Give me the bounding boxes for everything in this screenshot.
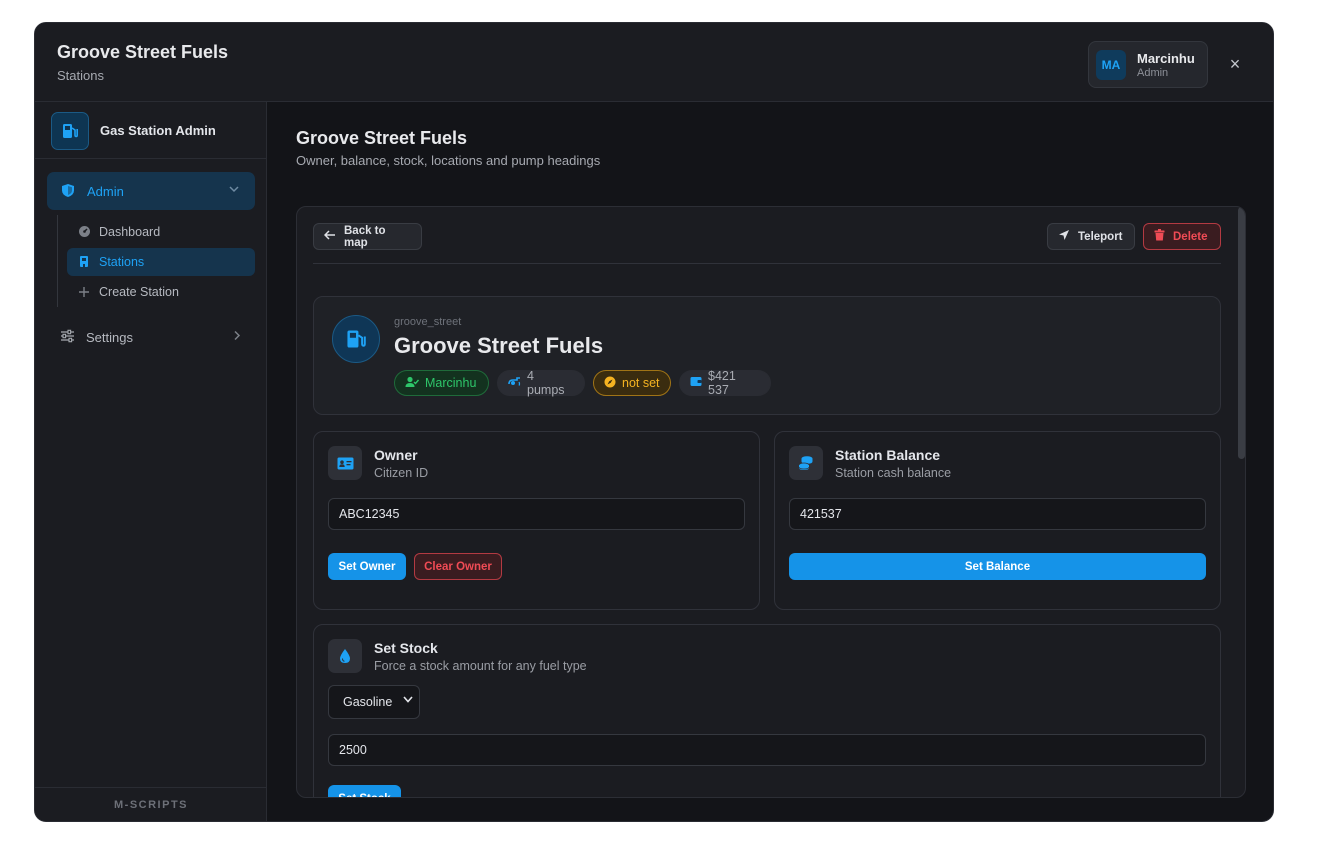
page-subtitle: Owner, balance, stock, locations and pum… [296, 153, 601, 168]
pumps-badge: 4 pumps [497, 369, 585, 397]
app-title: Groove Street Fuels [57, 42, 229, 62]
station-detail-panel: Back to map Teleport Delete groove_stree… [296, 206, 1246, 798]
top-bar: Groove Street Fuels Stations MA Marcinhu… [35, 23, 1273, 102]
balance-input[interactable]: 421537 [789, 498, 1206, 530]
sidebar-item-label: Stations [99, 255, 145, 269]
user-role: Admin [1137, 67, 1169, 79]
app-subtitle: Stations [57, 68, 104, 83]
set-balance-button[interactable]: Set Balance [789, 553, 1206, 580]
sidebar-brand-label: Gas Station Admin [100, 123, 216, 138]
balance-card-subtitle: Station cash balance [835, 466, 952, 480]
sidebar-item-label: Create Station [99, 285, 179, 299]
sidebar-item-create-station[interactable]: Create Station [67, 278, 255, 306]
balance-card-title: Station Balance [835, 447, 941, 463]
pumps-badge-label: 4 pumps [527, 369, 565, 397]
sidebar-footer: M-SCRIPTS [35, 787, 267, 821]
teleport-button[interactable]: Teleport [1047, 223, 1135, 250]
balance-badge: $421 537 [679, 369, 771, 397]
station-slug: groove_street [394, 316, 462, 328]
admin-window: Groove Street Fuels Stations MA Marcinhu… [34, 22, 1274, 822]
id-card-icon [328, 446, 362, 480]
heading-badge: not set [593, 370, 671, 396]
sidebar-brand: Gas Station Admin [35, 102, 267, 159]
fuel-type-selected: Gasoline [343, 695, 393, 709]
back-to-map-button[interactable]: Back to map [313, 223, 422, 250]
balance-badge-label: $421 537 [708, 369, 736, 397]
owner-badge-label: Marcinhu [425, 376, 477, 390]
chevron-down-icon [229, 184, 239, 196]
sidebar: Gas Station Admin Admin Dashboard Statio… [35, 102, 267, 821]
trash-icon [1154, 229, 1165, 244]
location-arrow-icon [1058, 229, 1070, 244]
compass-icon [604, 376, 616, 391]
scrollbar[interactable] [1238, 207, 1245, 459]
page-title: Groove Street Fuels [296, 128, 468, 148]
delete-label: Delete [1173, 230, 1208, 243]
fuel-pump-icon [332, 315, 380, 363]
main-content: Groove Street Fuels Owner, balance, stoc… [268, 102, 1273, 821]
stock-amount-input[interactable]: 2500 [328, 734, 1206, 766]
clear-owner-button[interactable]: Clear Owner [414, 553, 502, 580]
close-button[interactable]: × [1225, 54, 1245, 74]
balance-card: Station Balance Station cash balance 421… [774, 431, 1221, 610]
droplet-icon [328, 639, 362, 673]
sidebar-item-admin[interactable]: Admin [47, 172, 255, 210]
chevron-down-icon [403, 695, 413, 706]
station-hero-card: groove_street Groove Street Fuels Marcin… [313, 296, 1221, 415]
arrow-left-icon [323, 230, 336, 243]
teleport-label: Teleport [1078, 230, 1123, 243]
fuel-pump-icon [51, 112, 89, 150]
sidebar-item-admin-label: Admin [87, 184, 124, 199]
owner-card-title: Owner [374, 447, 418, 463]
gauge-icon [78, 225, 92, 239]
owner-citizen-id-input[interactable]: ABC12345 [328, 498, 745, 530]
plus-icon [78, 285, 92, 299]
owner-card: Owner Citizen ID ABC12345 Set Owner Clea… [313, 431, 760, 610]
gas-pump-icon [508, 376, 521, 390]
user-name: Marcinhu [1137, 51, 1195, 66]
stock-card: Set Stock Force a stock amount for any f… [313, 624, 1221, 797]
coins-icon [789, 446, 823, 480]
back-to-map-label: Back to map [344, 224, 386, 249]
fuel-type-select[interactable]: Gasoline [328, 685, 420, 719]
sidebar-item-dashboard[interactable]: Dashboard [67, 218, 255, 246]
sidebar-item-settings[interactable]: Settings [47, 322, 255, 352]
subnav-guide-line [57, 215, 58, 307]
user-chip[interactable]: MA Marcinhu Admin [1088, 41, 1208, 88]
avatar: MA [1096, 50, 1126, 80]
shield-icon [61, 183, 75, 203]
owner-badge: Marcinhu [394, 370, 489, 396]
chevron-right-icon [233, 329, 241, 344]
delete-button[interactable]: Delete [1143, 223, 1221, 250]
station-name: Groove Street Fuels [394, 333, 604, 358]
sidebar-item-label: Dashboard [99, 225, 161, 239]
sidebar-item-settings-label: Settings [86, 330, 133, 345]
stock-card-subtitle: Force a stock amount for any fuel type [374, 659, 587, 673]
stock-card-title: Set Stock [374, 640, 438, 656]
wallet-icon [690, 376, 702, 390]
set-owner-button[interactable]: Set Owner [328, 553, 406, 580]
owner-card-subtitle: Citizen ID [374, 466, 429, 480]
building-icon [78, 255, 92, 269]
set-stock-button[interactable]: Set Stock [328, 785, 401, 797]
sidebar-item-stations[interactable]: Stations [67, 248, 255, 276]
divider [313, 263, 1221, 264]
sliders-icon [60, 329, 75, 348]
user-check-icon [405, 376, 420, 391]
heading-badge-label: not set [622, 376, 660, 390]
